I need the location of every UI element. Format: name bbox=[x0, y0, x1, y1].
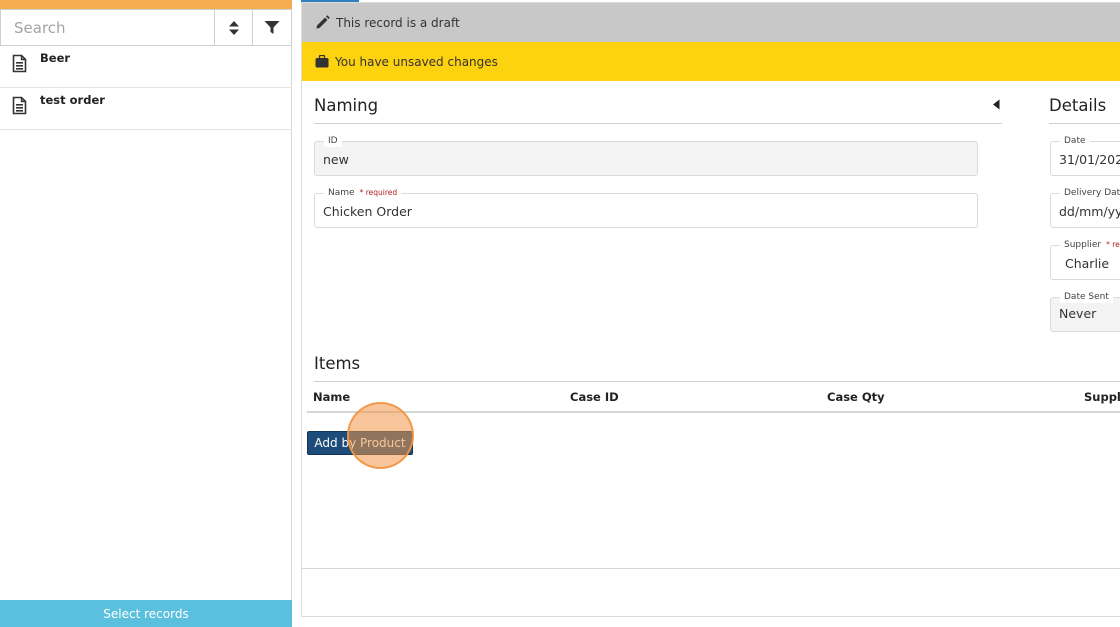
name-field-value: Chicken Order bbox=[323, 204, 412, 219]
document-icon bbox=[12, 54, 27, 73]
record-label: Beer bbox=[40, 51, 71, 65]
section-divider bbox=[1049, 123, 1120, 124]
date-sent-value: Never bbox=[1059, 306, 1097, 321]
date-field[interactable]: Date 31/01/2025 bbox=[1050, 135, 1120, 176]
name-field[interactable]: Name * required Chicken Order bbox=[314, 187, 978, 228]
naming-section-title: Naming bbox=[314, 96, 379, 115]
date-field-label: Date bbox=[1060, 135, 1090, 147]
details-section-title: Details bbox=[1049, 96, 1107, 115]
column-header-name[interactable]: Name bbox=[313, 390, 350, 404]
record-item[interactable]: Beer bbox=[0, 46, 292, 88]
record-item[interactable]: test order bbox=[0, 88, 292, 130]
footer-divider bbox=[302, 568, 1120, 569]
click-highlight bbox=[347, 402, 414, 469]
date-field-value: 31/01/2025 bbox=[1059, 152, 1120, 167]
column-header-supplier[interactable]: Supplier bbox=[1084, 390, 1120, 404]
draft-banner-text: This record is a draft bbox=[336, 15, 460, 30]
draft-banner: This record is a draft bbox=[302, 3, 1120, 42]
supplier-field-value: Charlie bbox=[1065, 256, 1110, 271]
document-icon bbox=[12, 96, 27, 115]
delivery-date-value: dd/mm/yyyy bbox=[1059, 204, 1120, 219]
column-header-case-id[interactable]: Case ID bbox=[570, 390, 619, 404]
filter-icon bbox=[264, 21, 280, 34]
id-field-value: new bbox=[323, 152, 349, 167]
section-divider bbox=[314, 381, 1120, 382]
column-header-case-qty[interactable]: Case Qty bbox=[827, 390, 885, 404]
record-label: test order bbox=[40, 93, 105, 107]
date-sent-label: Date Sent bbox=[1060, 291, 1113, 303]
table-header-divider bbox=[307, 411, 1120, 413]
name-field-label: Name * required bbox=[324, 187, 402, 199]
items-section-title: Items bbox=[314, 354, 361, 373]
caret-left-icon[interactable] bbox=[992, 99, 1000, 110]
id-field: ID new bbox=[314, 135, 978, 176]
sort-icon bbox=[228, 20, 239, 35]
required-marker: * required bbox=[359, 188, 398, 197]
delivery-date-field[interactable]: Delivery Date dd/mm/yyyy bbox=[1050, 187, 1120, 228]
id-field-label: ID bbox=[324, 135, 342, 147]
section-divider bbox=[314, 123, 1002, 124]
briefcase-icon bbox=[315, 55, 329, 68]
supplier-field-label: Supplier* required bbox=[1060, 239, 1120, 251]
pencil-icon bbox=[316, 15, 330, 29]
filter-button[interactable] bbox=[252, 10, 291, 45]
records-sidebar: Beer test order Select records bbox=[0, 0, 292, 627]
delivery-date-label: Delivery Date bbox=[1060, 187, 1120, 199]
search-toolbar bbox=[0, 9, 292, 46]
search-input[interactable] bbox=[1, 10, 215, 45]
date-sent-field: Date Sent Never bbox=[1050, 291, 1120, 332]
app-root: Beer test order Select records This reco… bbox=[0, 0, 1120, 627]
required-marker: * required bbox=[1106, 240, 1120, 249]
record-editor: This record is a draft You have unsaved … bbox=[301, 2, 1120, 617]
unsaved-changes-banner: You have unsaved changes bbox=[302, 42, 1120, 81]
sort-button[interactable] bbox=[214, 10, 253, 45]
supplier-field[interactable]: Supplier* required Charlie bbox=[1050, 239, 1120, 280]
sidebar-accent-bar bbox=[0, 0, 292, 9]
unsaved-banner-text: You have unsaved changes bbox=[335, 54, 498, 69]
select-records-button[interactable]: Select records bbox=[0, 600, 292, 627]
